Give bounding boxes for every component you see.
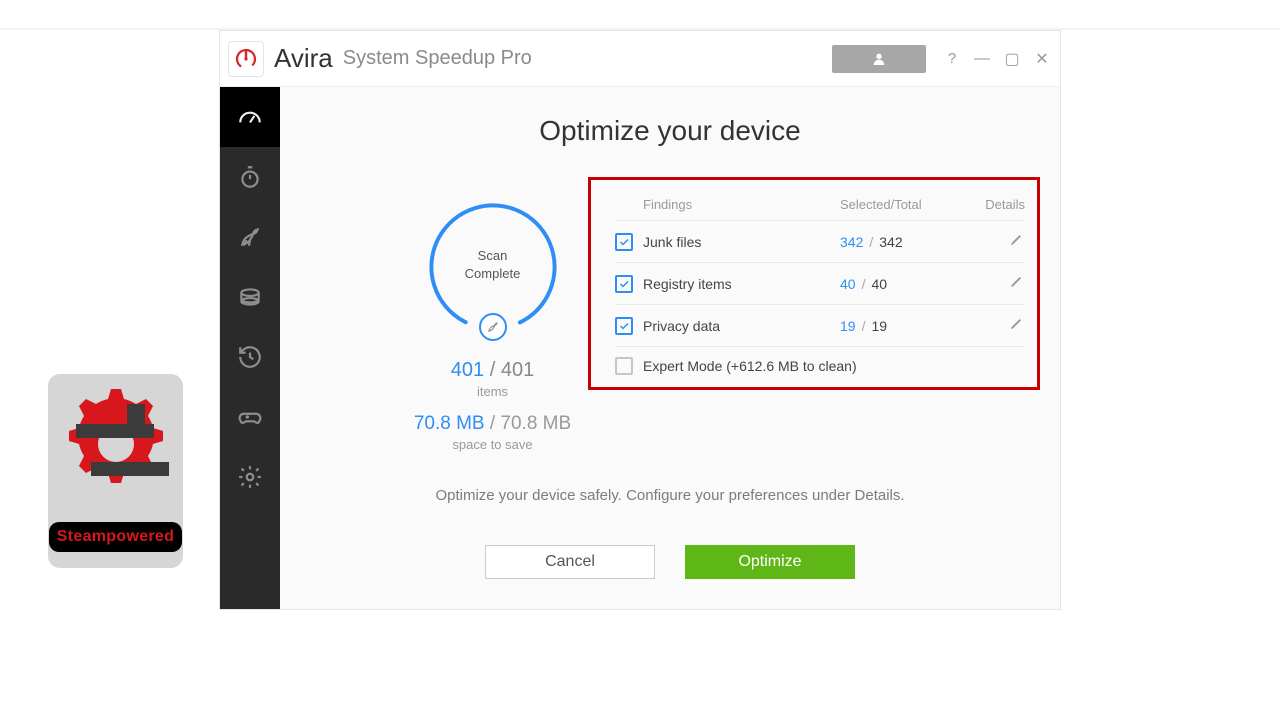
checkbox-junk[interactable]	[615, 233, 633, 251]
sidebar-item-disk[interactable]	[220, 267, 280, 327]
history-icon	[237, 344, 263, 370]
scan-status-line2: Complete	[465, 266, 521, 281]
sidebar-item-timer[interactable]	[220, 147, 280, 207]
titlebar: Avira System Speedup Pro ? — ▢ ✕	[220, 31, 1060, 87]
watermark-art	[61, 384, 171, 514]
sidebar-item-boost[interactable]	[220, 207, 280, 267]
items-count: 401 / 401	[451, 359, 534, 382]
app-window: Avira System Speedup Pro ? — ▢ ✕	[219, 30, 1061, 610]
finding-name: Privacy data	[643, 318, 840, 334]
maximize-button[interactable]: ▢	[1004, 49, 1020, 69]
disk-icon	[237, 284, 263, 310]
checkbox-registry[interactable]	[615, 275, 633, 293]
pencil-icon	[1009, 231, 1025, 247]
watermark-label: Steampowered	[49, 522, 182, 552]
account-button[interactable]	[832, 45, 926, 73]
minimize-button[interactable]: —	[974, 50, 990, 68]
gear-icon	[237, 464, 263, 490]
check-icon	[618, 320, 630, 332]
expert-mode-label: Expert Mode (+612.6 MB to clean)	[643, 358, 1025, 374]
expert-mode-row: Expert Mode (+612.6 MB to clean)	[615, 347, 1025, 381]
action-bar: Cancel Optimize	[280, 545, 1060, 579]
user-icon	[871, 51, 887, 67]
hint-text: Optimize your device safely. Configure y…	[280, 487, 1060, 504]
scan-status-line1: Scan	[478, 248, 508, 263]
ring-badge	[479, 313, 507, 341]
close-button[interactable]: ✕	[1034, 49, 1050, 69]
cancel-button[interactable]: Cancel	[485, 545, 655, 579]
main-content: Optimize your device Scan Complete 401	[280, 87, 1060, 609]
items-label: items	[477, 384, 508, 399]
findings-header: Findings Selected/Total Details	[615, 194, 1025, 221]
finding-row-junk: Junk files 342/342	[615, 221, 1025, 263]
check-icon	[618, 278, 630, 290]
sidebar-item-games[interactable]	[220, 387, 280, 447]
gauge-icon	[237, 104, 263, 130]
check-icon	[618, 236, 630, 248]
rocket-icon	[237, 224, 263, 250]
sidebar-item-settings[interactable]	[220, 447, 280, 507]
sidebar	[220, 87, 280, 609]
finding-row-privacy: Privacy data 19/19	[615, 305, 1025, 347]
gamepad-icon	[237, 404, 263, 430]
steampowered-watermark: Steampowered	[48, 374, 183, 568]
col-findings: Findings	[643, 197, 840, 212]
checkbox-expert[interactable]	[615, 357, 633, 375]
finding-name: Junk files	[643, 234, 840, 250]
sidebar-item-history[interactable]	[220, 327, 280, 387]
brand-name: Avira	[274, 43, 333, 74]
space-count: 70.8 MB / 70.8 MB	[414, 413, 571, 435]
window-controls: ? — ▢ ✕	[944, 49, 1050, 69]
page-title: Optimize your device	[280, 115, 1060, 147]
finding-count: 40/40	[840, 276, 970, 292]
pencil-icon	[1009, 315, 1025, 331]
space-label: space to save	[452, 437, 532, 452]
finding-row-registry: Registry items 40/40	[615, 263, 1025, 305]
stopwatch-icon	[237, 164, 263, 190]
optimize-button[interactable]: Optimize	[685, 545, 855, 579]
finding-count: 19/19	[840, 318, 970, 334]
details-junk[interactable]	[970, 231, 1025, 252]
scan-summary: Scan Complete 401 / 401 items 70.8 MB / …	[390, 197, 595, 452]
help-button[interactable]: ?	[944, 50, 960, 67]
col-details: Details	[970, 197, 1025, 212]
finding-name: Registry items	[643, 276, 840, 292]
pencil-icon	[1009, 273, 1025, 289]
col-selected-total: Selected/Total	[840, 197, 970, 212]
sidebar-item-dashboard[interactable]	[220, 87, 280, 147]
progress-ring: Scan Complete	[423, 197, 563, 337]
rocket-small-icon	[486, 320, 500, 334]
brand-logo	[228, 41, 264, 77]
checkbox-privacy[interactable]	[615, 317, 633, 335]
details-privacy[interactable]	[970, 315, 1025, 336]
product-name: System Speedup Pro	[343, 47, 532, 70]
details-registry[interactable]	[970, 273, 1025, 294]
finding-count: 342/342	[840, 234, 970, 250]
findings-panel: Findings Selected/Total Details Junk fil…	[588, 177, 1040, 390]
